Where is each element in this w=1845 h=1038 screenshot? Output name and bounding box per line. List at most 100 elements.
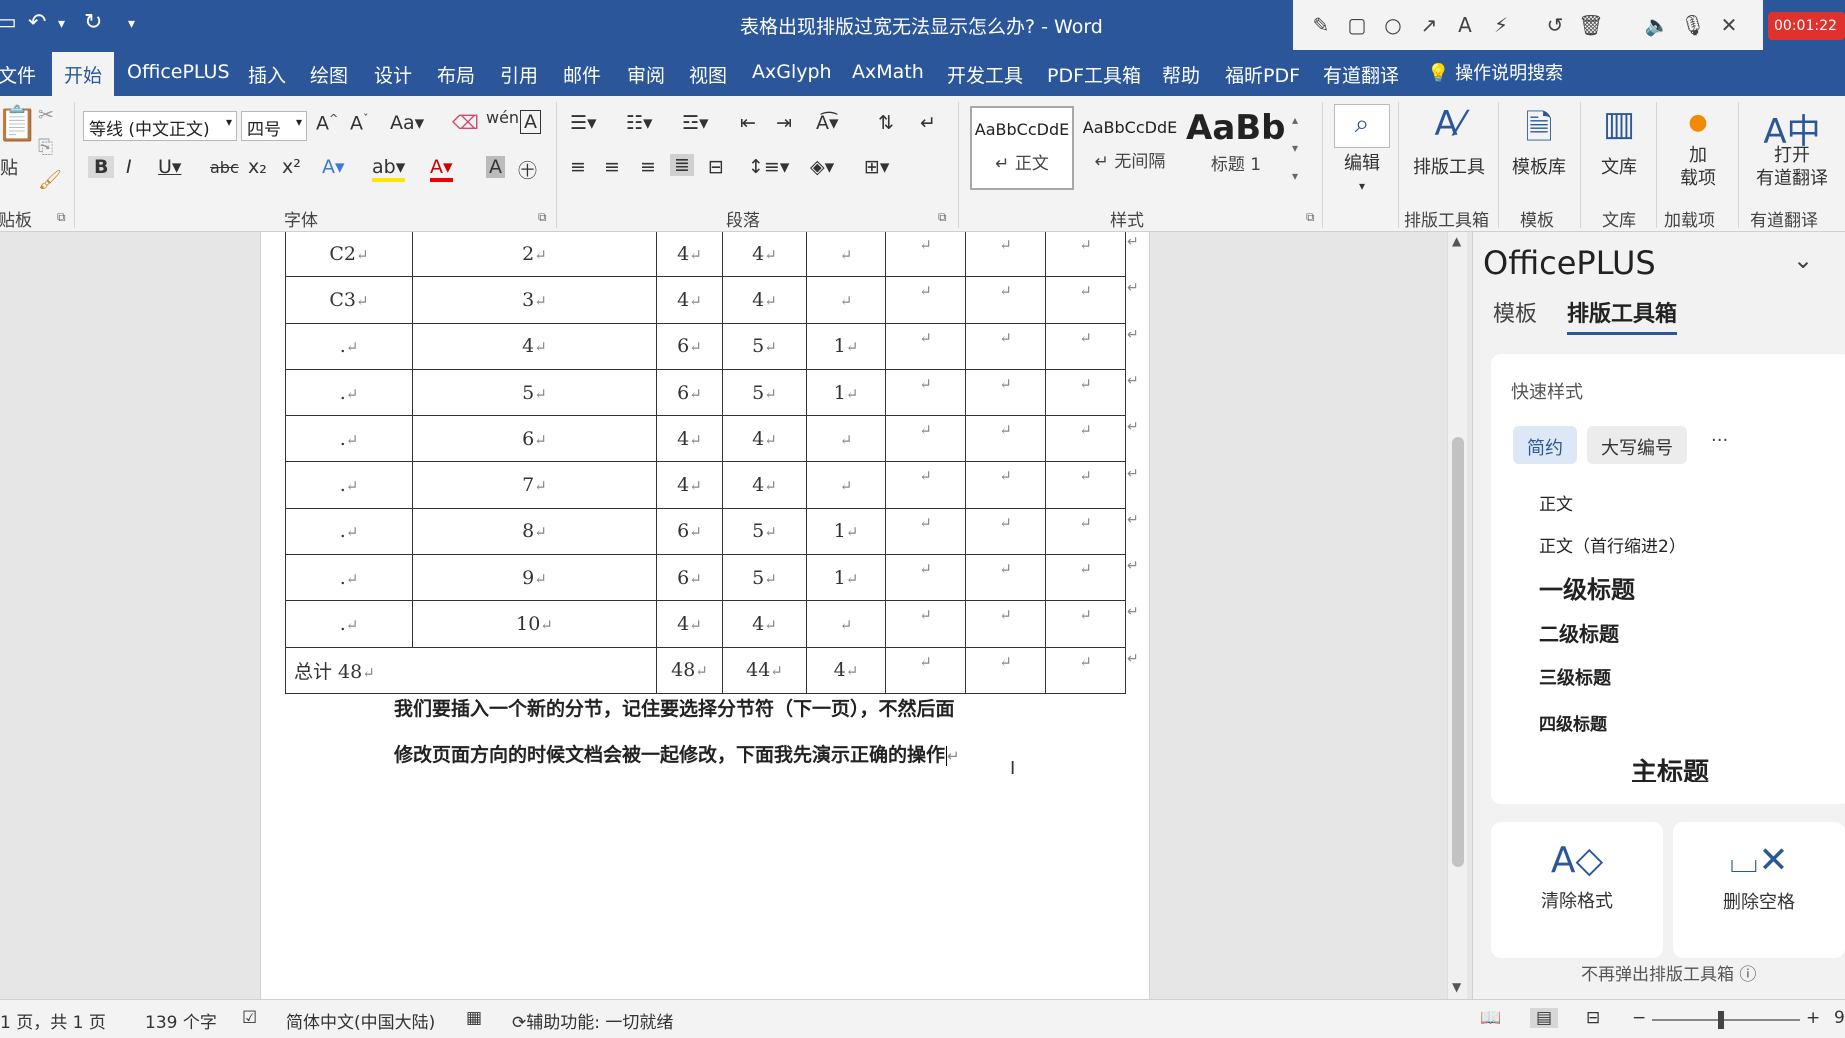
tab-references[interactable]: 引用 <box>500 61 538 88</box>
shrink-font-icon[interactable]: Aˇ <box>350 112 369 134</box>
align-left-icon[interactable]: ≡ <box>570 156 586 178</box>
pane-tab-layout-toolbox[interactable]: 排版工具箱 <box>1567 296 1678 335</box>
table-cell-value[interactable]: 4↵ <box>722 461 807 509</box>
style-normal[interactable]: AaBbCcDdE ↵ 正文 <box>970 106 1074 190</box>
accessibility-status[interactable]: ⟳辅助功能: 一切就绪 <box>512 1008 673 1033</box>
table-cell-value[interactable]: ↵ <box>806 600 886 648</box>
table-cell-value[interactable]: 5↵ <box>722 554 807 602</box>
align-right-icon[interactable]: ≡ <box>640 156 656 178</box>
document-page[interactable]: C2↵ 2↵ 4↵ 4↵ ↵ ↵ ↵ ↵ C3↵ 3↵ 4↵ 4↵ ↵ ↵ ↵ ↵ .↵ 4↵ 6↵ 5↵ 1↵ ↵ ↵ ↵.… <box>260 232 1150 999</box>
table-cell-value[interactable]: 5↵ <box>722 368 807 417</box>
table-cell-empty[interactable]: ↵ <box>1045 600 1126 648</box>
table-cell-empty[interactable]: ↵ <box>965 232 1046 278</box>
tab-officeplus[interactable]: OfficePLUS <box>127 61 230 83</box>
table-cell-value[interactable]: 4↵ <box>656 276 723 324</box>
styles-scroll-icon[interactable]: ▴ ▾ ▾ <box>1292 106 1298 190</box>
open-youdao-button[interactable]: A中 打开 有道翻译 <box>1744 104 1840 190</box>
paste-button[interactable]: 贴 <box>0 154 18 180</box>
chinese-layout-icon[interactable]: A͡▾ <box>816 112 839 134</box>
table-cell-value[interactable]: 5↵ <box>722 507 807 556</box>
strikethrough-button[interactable]: abc <box>210 158 239 177</box>
font-launcher-icon[interactable]: ⧉ <box>538 210 547 225</box>
table-cell-index[interactable]: 6↵ <box>412 415 657 463</box>
table-cell-empty[interactable]: ↵ <box>885 646 966 694</box>
character-shading-icon[interactable]: A <box>486 156 505 178</box>
proofing-icon[interactable]: ☑ <box>242 1008 257 1028</box>
table-cell-empty[interactable]: ↵ <box>965 507 1046 556</box>
multilevel-list-icon[interactable]: ☲▾ <box>682 112 709 134</box>
tab-view[interactable]: 视图 <box>689 61 727 88</box>
tab-draw[interactable]: 绘图 <box>310 61 348 88</box>
paragraph-line-2[interactable]: 修改页面方向的时候文档会被一起修改，下面我先演示正确的操作 ↵ <box>394 740 960 767</box>
table-cell-empty[interactable]: ↵ <box>885 600 966 648</box>
justify-icon[interactable]: ≣ <box>670 154 694 176</box>
table-cell-value[interactable]: 1↵ <box>806 322 886 370</box>
format-painter-icon[interactable]: 🖌 <box>38 168 62 191</box>
pane-tab-templates[interactable]: 模板 <box>1493 296 1537 328</box>
align-center-icon[interactable]: ≡ <box>604 156 620 178</box>
zoom-level[interactable]: 9 <box>1834 1008 1845 1028</box>
table-cell-value[interactable]: 4↵ <box>656 232 723 278</box>
table-cell-empty[interactable]: ↵ <box>965 415 1046 463</box>
template-library-button[interactable]: 🗎 模板库 <box>1504 104 1574 179</box>
italic-button[interactable]: I <box>126 156 132 178</box>
numbering-icon[interactable]: ☷▾ <box>626 112 653 134</box>
style-item-heading-1[interactable]: 一级标题 <box>1539 570 1635 605</box>
table-cell-label[interactable]: .↵ <box>285 368 413 417</box>
table-cell-value[interactable]: 4↵ <box>806 646 886 694</box>
undo-dropdown-icon[interactable]: ▾ <box>58 16 65 32</box>
style-item-body[interactable]: 正文 <box>1539 490 1573 515</box>
table-cell-label[interactable]: C2↵ <box>285 232 413 278</box>
rotate-icon[interactable]: ↺ <box>1537 7 1573 43</box>
phonetic-guide-icon[interactable]: wén <box>486 108 519 127</box>
tab-pdf-toolbox[interactable]: PDF工具箱 <box>1047 61 1141 88</box>
paste-icon[interactable]: 📋 <box>0 104 38 144</box>
chevron-down-icon[interactable]: ⌄ <box>1793 246 1813 274</box>
table-cell-empty[interactable]: ↵ <box>1045 507 1126 556</box>
tab-youdao[interactable]: 有道翻译 <box>1323 61 1399 88</box>
zoom-out-icon[interactable]: − <box>1632 1008 1646 1028</box>
read-mode-icon[interactable]: 📖 <box>1480 1008 1501 1028</box>
table-cell-empty[interactable]: ↵ <box>1045 646 1126 694</box>
table-cell-value[interactable]: 1↵ <box>806 507 886 556</box>
macro-icon[interactable]: ▦ <box>466 1008 482 1028</box>
table-cell-label[interactable]: .↵ <box>285 600 413 648</box>
clear-format-button[interactable]: A◇ 清除格式 <box>1491 822 1663 958</box>
tab-file[interactable]: 文件 <box>0 61 36 88</box>
scroll-down-icon[interactable]: ▼ <box>1452 980 1461 994</box>
subscript-button[interactable]: x₂ <box>248 156 267 178</box>
table-cell-total-label[interactable]: 总计 48↵ <box>285 646 657 694</box>
enclose-characters-icon[interactable]: ㊉ <box>518 156 537 183</box>
table-cell-label[interactable]: .↵ <box>285 461 413 509</box>
distributed-icon[interactable]: ⊟ <box>708 156 724 178</box>
style-item-main-title[interactable]: 主标题 <box>1631 752 1709 782</box>
scroll-thumb[interactable] <box>1452 437 1464 867</box>
microphone-icon[interactable]: 🎙 <box>1675 7 1711 43</box>
table-cell-value[interactable]: 4↵ <box>722 232 807 278</box>
table-cell-label[interactable]: .↵ <box>285 322 413 370</box>
paragraph-line-1[interactable]: 我们要插入一个新的分节，记住要选择分节符（下一页），不然后面 <box>394 694 955 721</box>
page-count[interactable]: 1 页，共 1 页 <box>0 1008 106 1033</box>
edit-button[interactable]: ⌕ 编辑 ▾ <box>1334 104 1390 198</box>
table-cell-value[interactable]: 1↵ <box>806 554 886 602</box>
close-icon[interactable]: ✕ <box>1711 7 1747 43</box>
language-status[interactable]: 简体中文(中国大陆) <box>286 1008 435 1033</box>
tab-home[interactable]: 开始 <box>52 52 115 96</box>
bullets-icon[interactable]: ☰▾ <box>570 112 597 134</box>
table-cell-empty[interactable]: ↵ <box>965 368 1046 417</box>
table-cell-value[interactable]: 4↵ <box>722 600 807 648</box>
table-cell-empty[interactable]: ↵ <box>885 368 966 417</box>
table-cell-index[interactable]: 4↵ <box>412 322 657 370</box>
tab-design[interactable]: 设计 <box>374 61 412 88</box>
web-layout-icon[interactable]: ⊟ <box>1586 1008 1600 1028</box>
style-item-heading-4[interactable]: 四级标题 <box>1539 710 1607 735</box>
text-icon[interactable]: A <box>1447 7 1483 43</box>
dont-show-toolbox-link[interactable]: 不再弹出排版工具箱 ⓘ <box>1581 960 1756 985</box>
table-cell-label[interactable]: .↵ <box>285 415 413 463</box>
paragraph-launcher-icon[interactable]: ⧉ <box>938 210 947 225</box>
table-cell-empty[interactable]: ↵ <box>885 276 966 324</box>
character-border-icon[interactable]: A <box>520 110 541 134</box>
table-cell-index[interactable]: 2↵ <box>412 232 657 278</box>
change-case-icon[interactable]: Aa▾ <box>390 112 424 134</box>
table-cell-value[interactable]: ↵ <box>806 461 886 509</box>
